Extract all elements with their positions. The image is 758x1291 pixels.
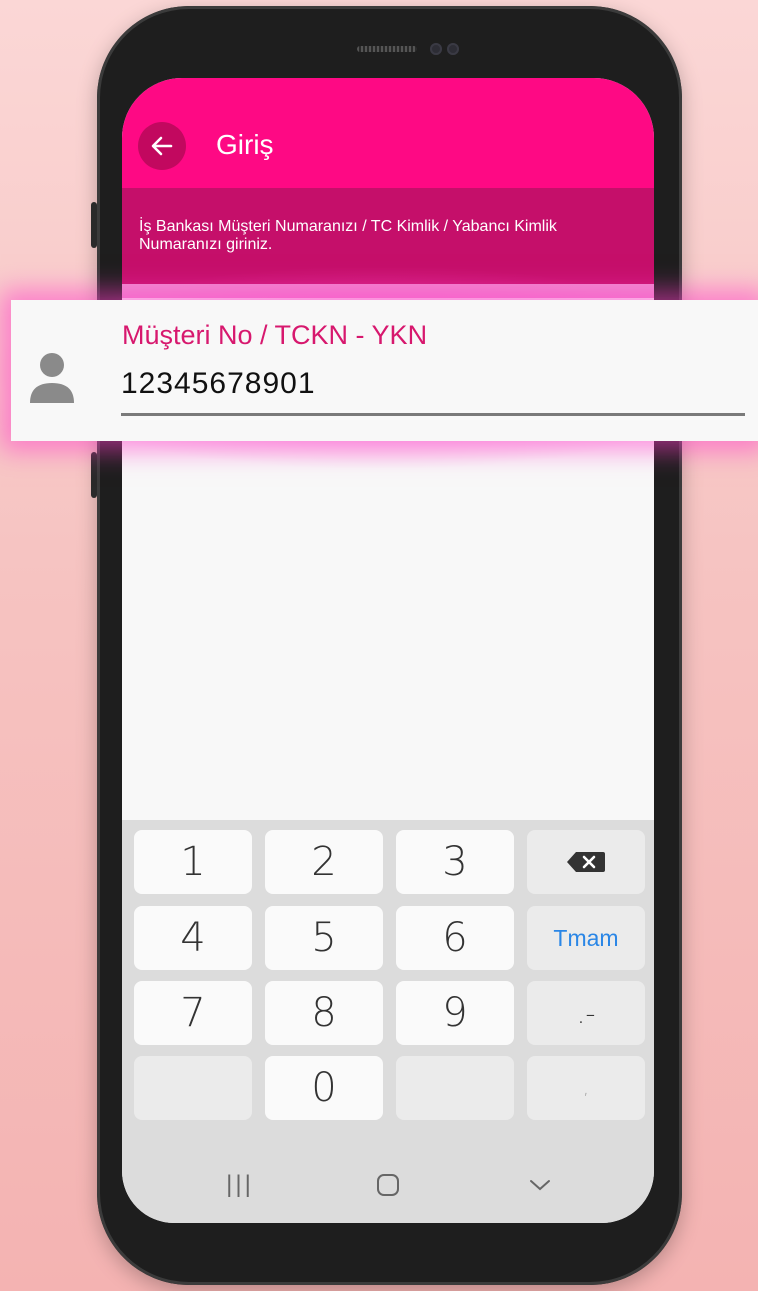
nav-back-button[interactable]	[510, 1165, 570, 1205]
app-screen: Giriş İş Bankası Müşteri Numaranızı / TC…	[122, 78, 654, 1223]
numeric-keyboard: 1 2 3 4 5 6 Tmam 7 8 9 .- 0 , |||	[122, 820, 654, 1223]
key-1[interactable]: 1	[134, 830, 252, 894]
sensor-icon	[447, 43, 459, 55]
key-0[interactable]: 0	[265, 1056, 383, 1120]
speaker-grille	[357, 46, 417, 52]
key-9[interactable]: 9	[396, 981, 514, 1045]
home-icon	[377, 1174, 399, 1196]
empty-key-right	[396, 1056, 514, 1120]
comma-key[interactable]: ,	[527, 1056, 645, 1120]
backspace-key[interactable]	[527, 830, 645, 894]
arrow-left-icon	[151, 136, 173, 156]
key-3[interactable]: 3	[396, 830, 514, 894]
info-text: İş Bankası Müşteri Numaranızı / TC Kimli…	[139, 218, 557, 253]
customer-id-field-card: Müşteri No / TCKN - YKN	[11, 300, 758, 441]
page-title: Giriş	[216, 129, 274, 160]
done-label: Tmam	[553, 924, 619, 951]
field-label: Müşteri No / TCKN - YKN	[122, 320, 428, 350]
app-bar: Giriş	[122, 78, 654, 188]
key-2[interactable]: 2	[265, 830, 383, 894]
back-button[interactable]	[138, 122, 186, 170]
key-7[interactable]: 7	[134, 981, 252, 1045]
camera-icon	[430, 43, 442, 55]
volume-button	[91, 202, 97, 248]
chevron-down-icon	[530, 1180, 550, 1191]
key-6[interactable]: 6	[396, 906, 514, 970]
person-icon	[30, 353, 74, 403]
input-underline	[121, 413, 745, 416]
key-4[interactable]: 4	[134, 906, 252, 970]
key-8[interactable]: 8	[265, 981, 383, 1045]
backspace-icon	[567, 852, 605, 872]
recents-icon: |||	[226, 1171, 254, 1198]
customer-id-input[interactable]	[121, 364, 741, 404]
done-key[interactable]: Tmam	[527, 906, 645, 970]
key-5[interactable]: 5	[265, 906, 383, 970]
recents-button[interactable]: |||	[210, 1165, 270, 1205]
home-button[interactable]	[358, 1165, 418, 1205]
empty-key-left	[134, 1056, 252, 1120]
dot-dash-key[interactable]: .-	[527, 981, 645, 1045]
